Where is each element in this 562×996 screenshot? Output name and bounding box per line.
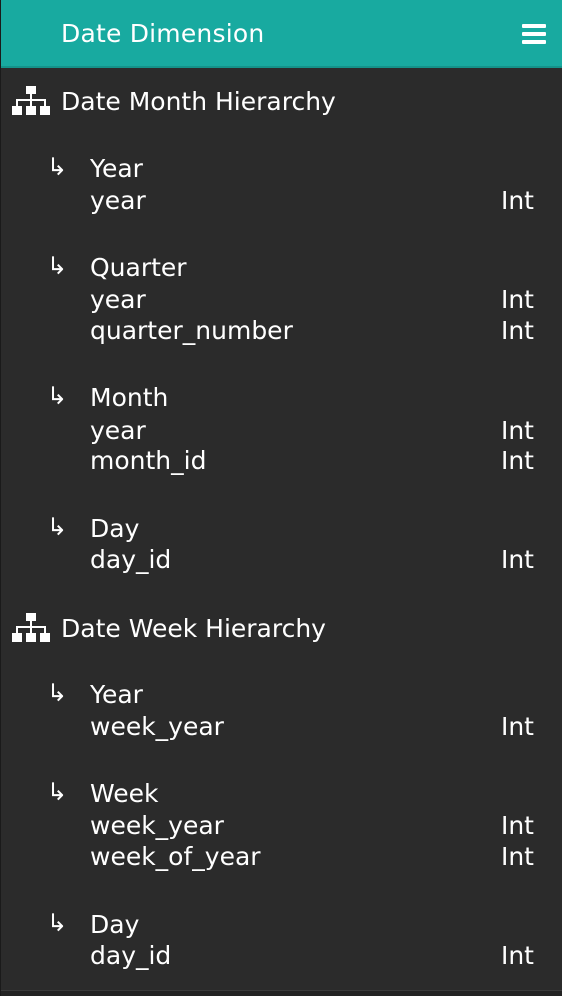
menu-bar xyxy=(522,32,546,36)
attribute-name[interactable]: month_id xyxy=(90,445,206,477)
level-arrow-icon: ↳ xyxy=(47,778,68,806)
level-name[interactable]: Day xyxy=(90,909,139,941)
panel-title: Date Dimension xyxy=(61,19,265,48)
attribute-type: Int xyxy=(500,416,534,445)
level-name[interactable]: Day xyxy=(90,513,139,545)
attribute-type: Int xyxy=(500,842,534,871)
attribute-type: Int xyxy=(500,545,534,574)
dimension-panel: Date Dimension Date Month Hierarchy ↳ Ye… xyxy=(0,0,562,996)
sitemap-icon xyxy=(12,86,50,115)
attribute-name[interactable]: year xyxy=(90,185,146,217)
level-arrow-icon: ↳ xyxy=(47,252,68,280)
attribute-type: Int xyxy=(500,712,534,741)
level-name[interactable]: Quarter xyxy=(90,252,187,284)
panel-header: Date Dimension xyxy=(1,0,562,68)
level-name[interactable]: Year xyxy=(90,153,143,185)
attribute-name[interactable]: week_of_year xyxy=(90,841,261,873)
level-arrow-icon: ↳ xyxy=(47,382,68,410)
hierarchy-title[interactable]: Date Month Hierarchy xyxy=(61,85,336,119)
menu-bar xyxy=(522,40,546,44)
attribute-type: Int xyxy=(500,285,534,314)
menu-bar xyxy=(522,24,546,28)
attribute-type: Int xyxy=(500,316,534,345)
attribute-name[interactable]: day_id xyxy=(90,544,171,576)
attribute-type: Int xyxy=(500,941,534,970)
level-arrow-icon: ↳ xyxy=(47,513,68,541)
attribute-name[interactable]: week_year xyxy=(90,810,224,842)
attribute-name[interactable]: week_year xyxy=(90,711,224,743)
panel-bottom-edge xyxy=(1,990,562,996)
level-arrow-icon: ↳ xyxy=(47,153,68,181)
attribute-name[interactable]: year xyxy=(90,415,146,447)
level-name[interactable]: Year xyxy=(90,679,143,711)
attribute-type: Int xyxy=(500,811,534,840)
attribute-name[interactable]: day_id xyxy=(90,940,171,972)
level-arrow-icon: ↳ xyxy=(47,909,68,937)
attribute-type: Int xyxy=(500,446,534,475)
level-name[interactable]: Week xyxy=(90,778,159,810)
attribute-name[interactable]: quarter_number xyxy=(90,315,293,347)
level-arrow-icon: ↳ xyxy=(47,679,68,707)
attribute-name[interactable]: year xyxy=(90,284,146,316)
level-name[interactable]: Month xyxy=(90,382,168,414)
sitemap-icon xyxy=(12,613,50,642)
hamburger-menu-icon[interactable] xyxy=(522,24,546,44)
hierarchy-title[interactable]: Date Week Hierarchy xyxy=(61,612,326,646)
attribute-type: Int xyxy=(500,186,534,215)
